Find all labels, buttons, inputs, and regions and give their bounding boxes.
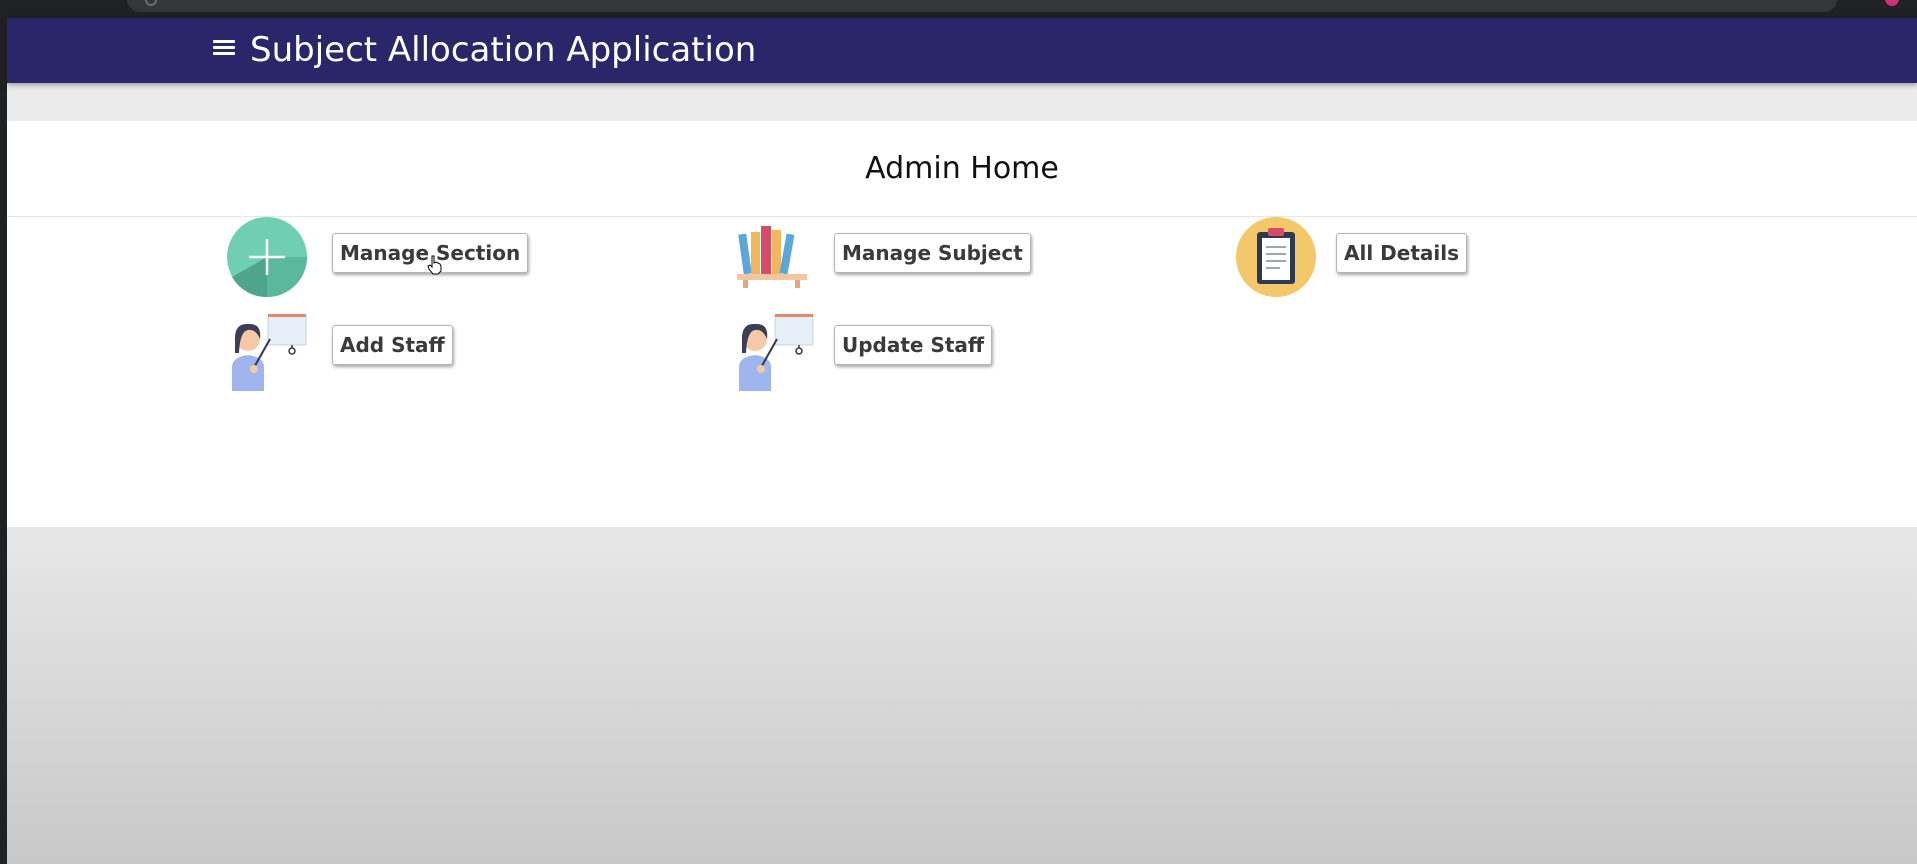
hand-cursor-icon	[427, 255, 443, 275]
clipboard-icon	[1235, 216, 1317, 298]
profile-avatar-icon[interactable]	[1885, 0, 1899, 6]
update-staff-button[interactable]: Update Staff	[834, 325, 993, 365]
add-circle-icon	[226, 216, 308, 298]
hamburger-menu-icon[interactable]	[213, 40, 235, 60]
all-details-button[interactable]: All Details	[1336, 233, 1467, 273]
add-staff-button[interactable]: Add Staff	[332, 325, 453, 365]
top-navbar: Subject Allocation Application	[7, 18, 1917, 83]
manage-subject-button[interactable]: Manage Subject	[834, 233, 1031, 273]
teacher-icon	[226, 311, 308, 393]
page-title: Admin Home	[7, 121, 1917, 217]
app-title: Subject Allocation Application	[250, 30, 757, 70]
browser-toolbar	[7, 0, 1917, 18]
admin-home-panel: Admin Home Manage Section Manage Subject	[7, 121, 1917, 527]
teacher-icon	[733, 311, 815, 393]
window-edge	[0, 0, 7, 864]
bookshelf-icon	[733, 218, 815, 300]
address-bar[interactable]	[127, 0, 1837, 12]
